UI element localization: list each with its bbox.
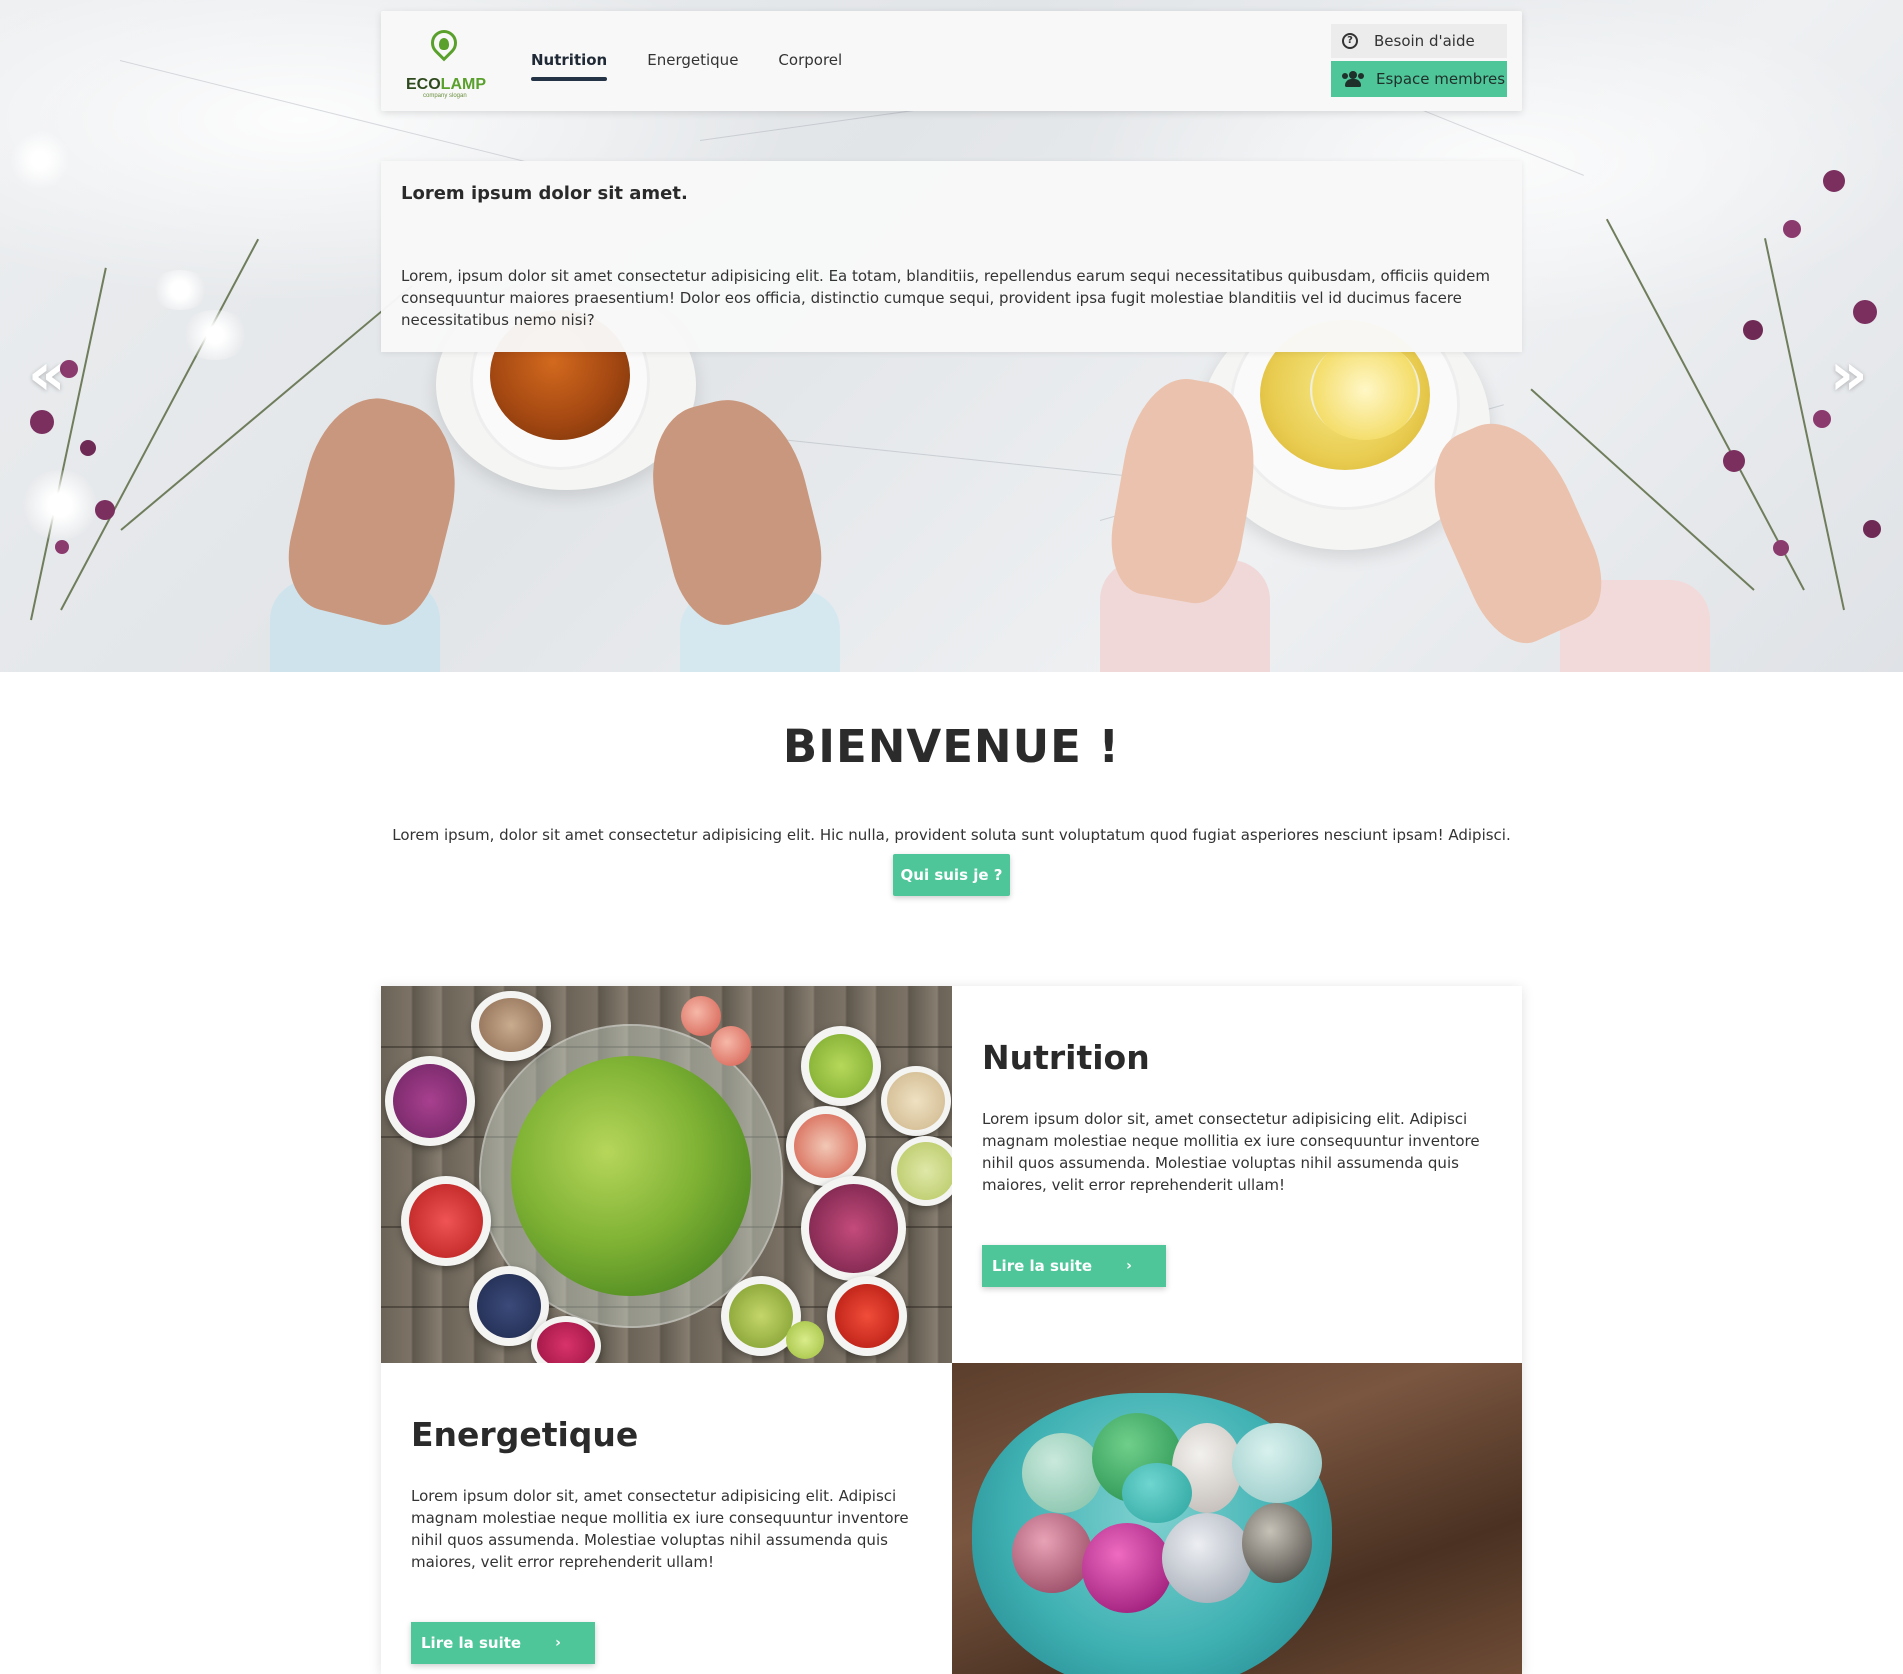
energetique-read-more-button[interactable]: Lire la suite › [411,1622,595,1664]
welcome-title: BIENVENUE ! [782,720,1121,773]
energetique-section: Energetique Lorem ipsum dolor sit, amet … [381,1363,952,1674]
read-more-label: Lire la suite [421,1634,522,1652]
logo-tagline: company slogan [423,93,467,99]
hero-caption-text: Lorem, ipsum dolor sit amet consectetur … [401,267,1490,329]
users-icon [1342,71,1364,87]
nutrition-image [381,986,952,1363]
carousel-next-icon[interactable]: » [1830,340,1868,408]
question-circle-icon: ? [1342,33,1358,49]
energetique-image [952,1363,1522,1674]
nutrition-section-title: Nutrition [982,1038,1150,1077]
help-button[interactable]: ? Besoin d'aide [1331,24,1507,58]
carousel-prev-icon[interactable]: « [28,340,66,408]
energetique-section-title: Energetique [411,1415,639,1454]
nav-item-corporel[interactable]: Corporel [778,51,842,75]
members-area-button[interactable]: Espace membres [1331,61,1507,97]
site-header: ECOLAMP company slogan Nutrition Energet… [381,11,1522,111]
bulb-icon [439,38,449,50]
energetique-section-text: Lorem ipsum dolor sit, amet consectetur … [411,1487,909,1571]
nutrition-section: Nutrition Lorem ipsum dolor sit, amet co… [952,986,1522,1363]
main-nav: Nutrition Energetique Corporel [531,51,842,81]
members-button-label: Espace membres [1376,70,1506,88]
lemon-slice [1310,340,1420,440]
chevron-right-icon: › [1126,1258,1132,1274]
hero-caption-title: Lorem ipsum dolor sit amet. [401,183,688,204]
nutrition-read-more-button[interactable]: Lire la suite › [982,1245,1166,1287]
help-button-label: Besoin d'aide [1374,32,1475,50]
chevron-right-icon: › [555,1635,561,1651]
welcome-text: Lorem ipsum, dolor sit amet consectetur … [392,826,1511,844]
about-me-button[interactable]: Qui suis je ? [893,854,1010,896]
hero-caption-card: Lorem ipsum dolor sit amet. Lorem, ipsum… [381,161,1522,352]
nav-item-nutrition[interactable]: Nutrition [531,51,608,81]
nav-item-energetique[interactable]: Energetique [647,51,738,75]
read-more-label: Lire la suite [992,1257,1093,1275]
logo-wordmark: ECOLAMP [406,76,486,93]
nutrition-section-text: Lorem ipsum dolor sit, amet consectetur … [982,1110,1480,1194]
ecolamp-logo[interactable]: ECOLAMP company slogan [403,24,487,99]
